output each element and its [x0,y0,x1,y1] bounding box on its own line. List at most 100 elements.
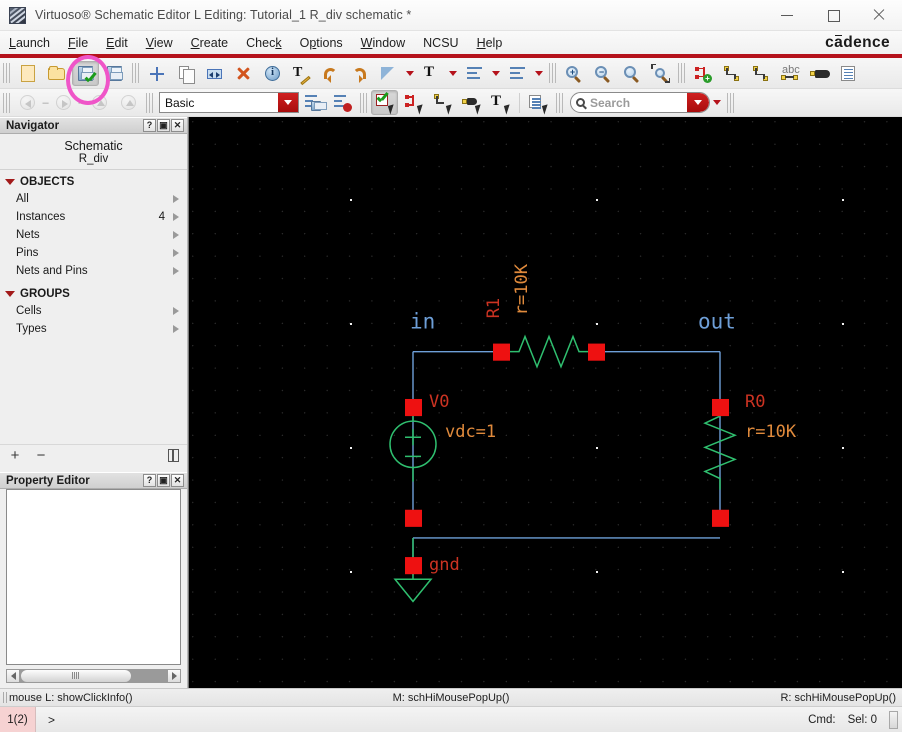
create-wire-narrow-button[interactable] [747,61,774,86]
menu-help[interactable]: Help [468,34,512,52]
scrollbar-thumb[interactable] [20,668,132,683]
redo-button[interactable] [346,61,373,86]
zoom-out-button[interactable]: − [589,61,616,86]
chevron-right-icon[interactable] [173,325,179,333]
toolbar-grip-4[interactable] [678,63,685,83]
toolbar2-grip-2[interactable] [146,92,153,113]
nav-back-button[interactable] [14,90,41,115]
menu-edit[interactable]: Edit [97,34,137,52]
align-button[interactable] [461,61,488,86]
create-pin-button[interactable] [805,61,832,86]
menu-window[interactable]: Window [352,34,414,52]
open-button[interactable] [43,61,70,86]
edit-mode-combo[interactable]: Basic [159,92,299,113]
resize-grip-icon[interactable] [889,710,898,729]
select-text-button[interactable]: T [487,90,514,115]
menu-options[interactable]: Options [291,34,352,52]
text-button[interactable]: T [418,61,445,86]
chevron-right-icon[interactable] [173,195,179,203]
copy-button[interactable] [172,61,199,86]
menu-view[interactable]: View [137,34,182,52]
navigator-close-button[interactable]: ✕ [171,119,184,132]
toolbar2-grip-4[interactable] [556,92,563,113]
menu-file[interactable]: File [59,34,97,52]
new-cellview-button[interactable] [14,61,41,86]
save-settings-button[interactable] [300,90,327,115]
distribute-dropdown-caret[interactable] [535,70,543,76]
toolbar2-grip-3[interactable] [360,92,367,113]
select-instance-button[interactable] [400,90,427,115]
navigator-item-all[interactable]: All [0,190,187,208]
select-pin-button[interactable] [458,90,485,115]
select-list-button[interactable] [525,90,552,115]
select-objects-button[interactable] [371,90,398,115]
schematic-canvas[interactable]: in out R1 r=10K V0 vdc=1 R0 r=10K gnd [188,117,902,688]
align-dropdown-caret[interactable] [492,70,500,76]
navigator-float-button[interactable]: ▣ [157,119,170,132]
navigator-add-button[interactable]: + [4,447,26,465]
hide-visibility-button[interactable] [329,90,356,115]
menu-create[interactable]: Create [182,34,238,52]
zoom-in-button[interactable]: + [560,61,587,86]
create-wire-button[interactable] [718,61,745,86]
hierarchy-button[interactable] [834,61,861,86]
property-editor-content[interactable] [6,489,181,665]
toolbar-grip-3[interactable] [549,63,556,83]
search-field[interactable]: Search [570,92,710,113]
edit-mode-dropdown-arrow[interactable] [278,93,298,112]
navigator-group-groups[interactable]: GROUPS [0,286,187,302]
create-label-button[interactable]: abc [776,61,803,86]
move-button[interactable] [143,61,170,86]
close-button[interactable] [856,0,902,30]
chevron-right-icon[interactable] [173,213,179,221]
navigator-item-pins[interactable]: Pins [0,244,187,262]
menu-launch[interactable]: LLaunchaunch [0,34,59,52]
properties-button[interactable] [259,61,286,86]
chevron-right-icon[interactable] [173,249,179,257]
scroll-left-arrow-icon[interactable] [6,668,20,683]
flip-dropdown-caret[interactable] [406,70,414,76]
create-instance-button[interactable]: + [689,61,716,86]
maximize-button[interactable] [810,0,856,30]
search-dropdown-arrow[interactable] [687,93,709,112]
nav-up-button[interactable] [86,90,113,115]
chevron-right-icon[interactable] [173,231,179,239]
text-dropdown-caret[interactable] [449,70,457,76]
scroll-right-arrow-icon[interactable] [167,668,181,683]
select-wire-button[interactable] [429,90,456,115]
chevron-right-icon[interactable] [173,267,179,275]
edit-text-button[interactable]: T [288,61,315,86]
delete-button[interactable] [230,61,257,86]
scrollbar-track[interactable] [20,668,167,683]
property-editor-hscrollbar[interactable] [6,667,181,684]
minimize-button[interactable] [764,0,810,30]
zoom-fit-button[interactable] [618,61,645,86]
property-editor-close-button[interactable]: ✕ [171,474,184,487]
navigator-item-cells[interactable]: Cells [0,302,187,320]
toolbar-grip-2[interactable] [132,63,139,83]
property-editor-float-button[interactable]: ▣ [157,474,170,487]
toolbar-grip[interactable] [3,63,10,83]
navigator-group-objects[interactable]: OBJECTS [0,174,187,190]
flip-button[interactable] [375,61,402,86]
navigator-item-nets[interactable]: Nets [0,226,187,244]
distribute-button[interactable] [504,61,531,86]
search-options-caret[interactable] [713,100,721,105]
panel-layout-icon[interactable] [168,449,179,462]
undo-button[interactable] [317,61,344,86]
toolbar2-grip-5[interactable] [727,92,734,113]
navigator-item-types[interactable]: Types [0,320,187,338]
zoom-selection-button[interactable] [647,61,674,86]
nav-top-button[interactable] [115,90,142,115]
navigator-item-instances[interactable]: Instances 4 [0,208,187,226]
toolbar2-grip[interactable] [3,92,10,113]
navigator-item-nets-and-pins[interactable]: Nets and Pins [0,262,187,280]
navigator-remove-button[interactable]: − [30,447,52,465]
property-editor-help-button[interactable]: ? [143,474,156,487]
save-button[interactable] [101,61,128,86]
chevron-right-icon[interactable] [173,307,179,315]
navigator-help-button[interactable]: ? [143,119,156,132]
menu-check[interactable]: Check [237,34,290,52]
nav-forward-button[interactable] [50,90,77,115]
stretch-button[interactable] [201,61,228,86]
